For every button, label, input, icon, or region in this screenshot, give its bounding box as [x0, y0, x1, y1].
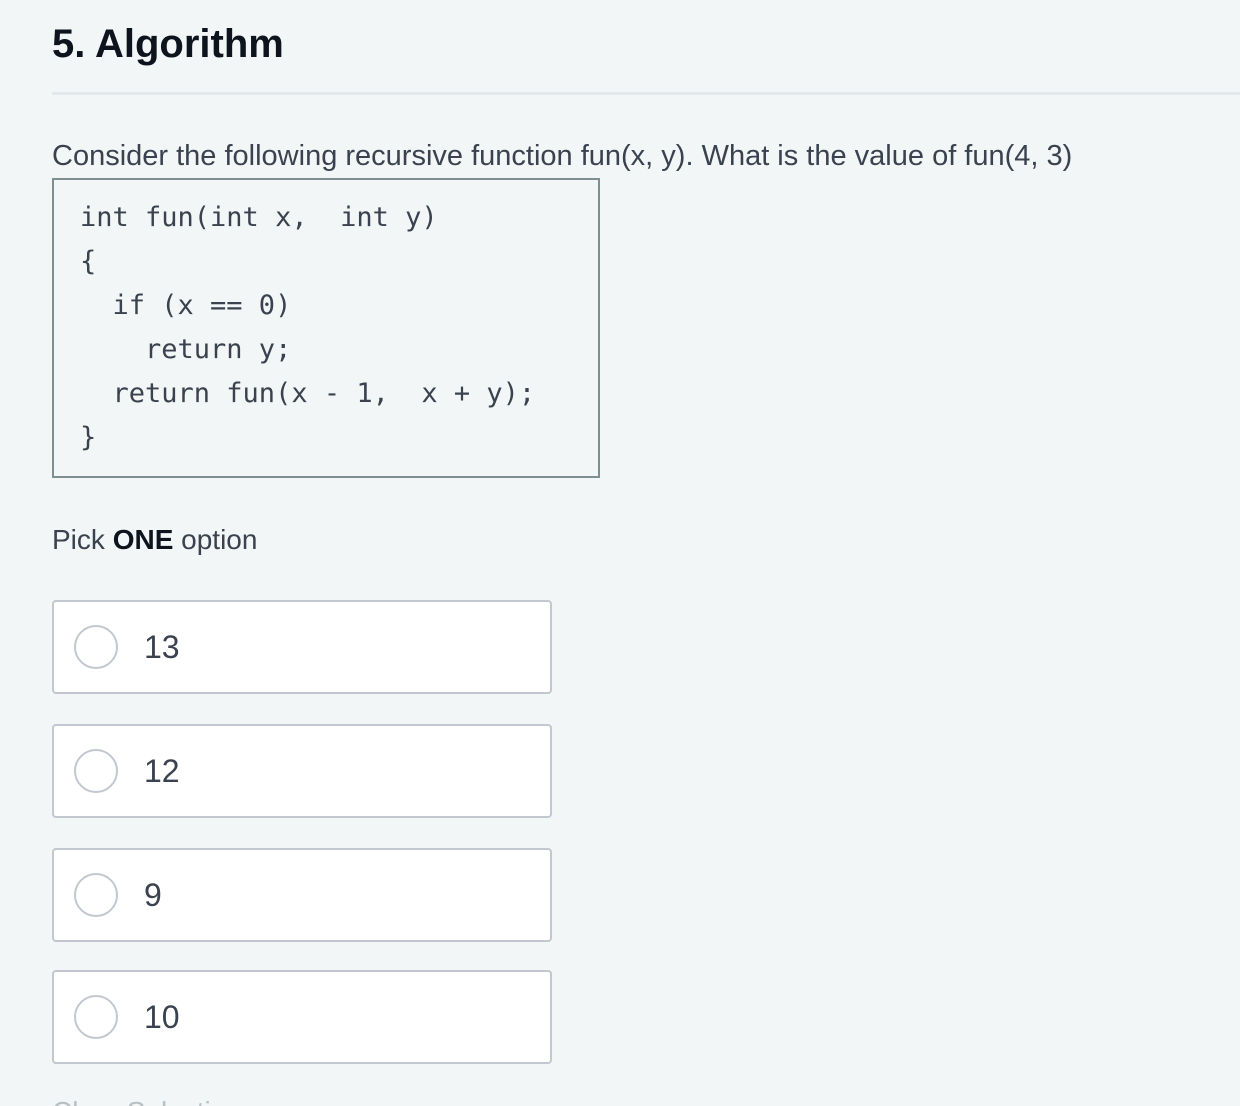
clear-selection-label: Clear Selection [52, 1092, 252, 1106]
question-text: Consider the following recursive functio… [52, 140, 1073, 172]
option-label: 12 [144, 753, 180, 789]
pick-suffix: option [173, 524, 258, 555]
question-title: 5. Algorithm [52, 22, 284, 66]
radio-button[interactable] [74, 873, 118, 917]
code-line: } [80, 422, 97, 453]
pick-emphasis: ONE [112, 524, 174, 555]
clear-selection-link[interactable]: Clear Selection [52, 1092, 252, 1106]
code-line: return y; [80, 334, 292, 365]
code-line: return fun(x - 1, x + y); [80, 378, 536, 409]
code-line: { [80, 246, 97, 277]
option-label: 13 [144, 629, 180, 665]
pick-instruction: Pick ONE option [52, 520, 257, 560]
option-label: 10 [144, 999, 180, 1035]
option-label: 9 [144, 877, 162, 913]
radio-button[interactable] [74, 625, 118, 669]
radio-button[interactable] [74, 749, 118, 793]
option-9[interactable]: 9 [52, 848, 552, 942]
option-10[interactable]: 10 [52, 970, 552, 1064]
title-divider [52, 92, 1240, 95]
option-13[interactable]: 13 [52, 600, 552, 694]
code-line: if (x == 0) [80, 290, 292, 321]
pick-prefix: Pick [52, 524, 113, 555]
option-12[interactable]: 12 [52, 724, 552, 818]
code-line: int fun(int x, int y) [80, 202, 438, 233]
code-block: int fun(int x, int y) { if (x == 0) retu… [52, 178, 600, 478]
radio-button[interactable] [74, 995, 118, 1039]
